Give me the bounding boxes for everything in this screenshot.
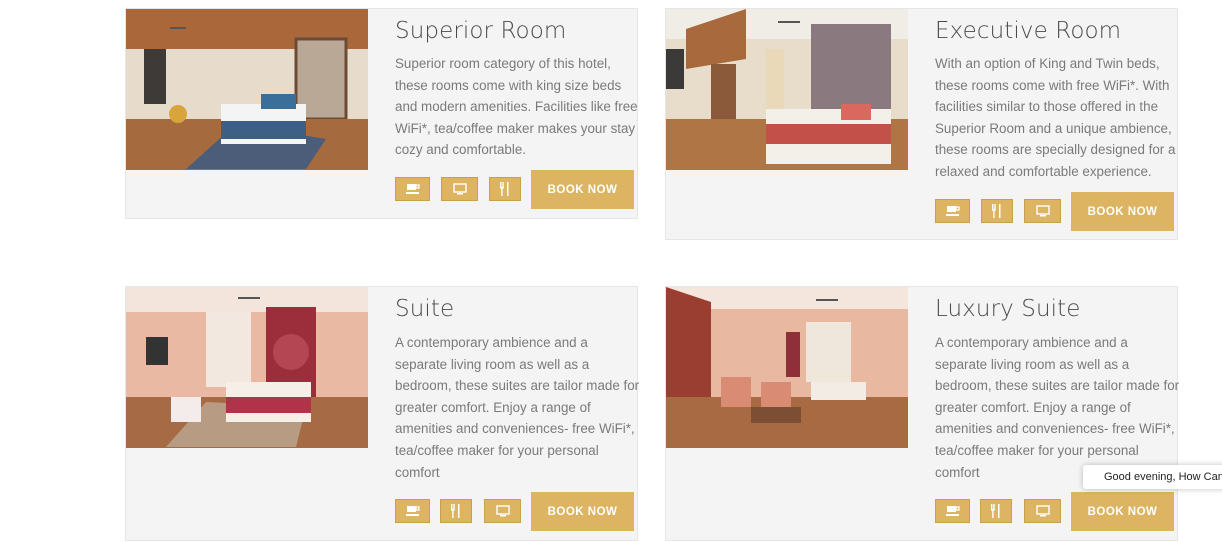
book-now-button[interactable]: BOOK NOW xyxy=(1071,192,1174,231)
tea-cup-icon[interactable] xyxy=(395,499,430,523)
tv-icon[interactable] xyxy=(484,499,521,523)
tv-icon[interactable] xyxy=(441,177,478,201)
room-card-luxury-suite: Luxury Suite A contemporary ambience and… xyxy=(665,286,1180,541)
room-photo-suite[interactable] xyxy=(126,287,368,448)
room-description: Superior room category of this hotel, th… xyxy=(395,56,638,158)
room-title: Luxury Suite xyxy=(935,296,1081,322)
dining-icon[interactable] xyxy=(489,177,521,201)
room-title: Superior Room xyxy=(395,18,567,44)
tea-cup-icon[interactable] xyxy=(395,177,430,201)
book-now-button[interactable]: BOOK NOW xyxy=(531,492,634,531)
book-now-button[interactable]: BOOK NOW xyxy=(1071,492,1174,531)
room-photo-executive[interactable] xyxy=(666,9,908,170)
room-title: Executive Room xyxy=(935,18,1122,44)
dining-icon[interactable] xyxy=(981,199,1013,223)
dining-icon[interactable] xyxy=(980,499,1012,523)
room-photo-superior[interactable] xyxy=(126,9,368,170)
room-title: Suite xyxy=(395,296,455,322)
book-now-button[interactable]: BOOK NOW xyxy=(531,170,634,209)
room-photo-luxury-suite[interactable] xyxy=(666,287,908,448)
room-description: A contemporary ambience and a separate l… xyxy=(935,335,1180,480)
tv-icon[interactable] xyxy=(1024,199,1061,223)
room-card-suite: Suite A contemporary ambience and a sepa… xyxy=(125,286,640,541)
dining-icon[interactable] xyxy=(440,499,472,523)
tv-icon[interactable] xyxy=(1024,499,1061,523)
chat-greeting-bubble[interactable]: Good evening, How Can xyxy=(1083,465,1222,489)
tea-cup-icon[interactable] xyxy=(935,499,970,523)
tea-cup-icon[interactable] xyxy=(935,199,970,223)
room-description: With an option of King and Twin beds, th… xyxy=(935,56,1176,179)
room-card-superior: Superior Room Superior room category of … xyxy=(125,8,638,219)
room-description: A contemporary ambience and a separate l… xyxy=(395,335,640,480)
room-card-executive: Executive Room With an option of King an… xyxy=(665,8,1178,240)
